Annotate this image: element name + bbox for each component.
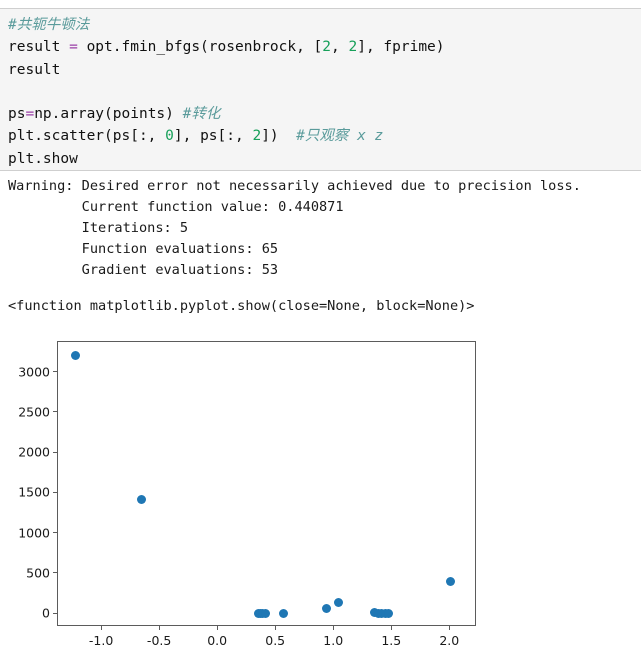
scatter-point bbox=[70, 351, 80, 361]
code-token-plain: result bbox=[8, 61, 61, 78]
code-token-plain: ps bbox=[8, 106, 26, 123]
code-line: ps=np.array(points) #转化 bbox=[8, 103, 641, 125]
scatter-point bbox=[334, 597, 344, 607]
x-tick-mark bbox=[390, 626, 392, 630]
scatter-point bbox=[321, 604, 331, 614]
code-token-num: 2 bbox=[322, 39, 332, 56]
code-token-plain: np.array(points) bbox=[34, 106, 183, 123]
code-token-plain: plt.show bbox=[8, 150, 78, 167]
x-tick-mark bbox=[100, 626, 102, 630]
scatter-point bbox=[137, 495, 147, 505]
stream-output-line: Iterations: 5 bbox=[8, 220, 189, 236]
code-line: result bbox=[8, 59, 641, 81]
matplotlib-figure: 0 500 1000 1500 2000 2500 3000 -1.0 -0.5 0.0 0.5 1… bbox=[0, 330, 540, 648]
stream-output-line: Gradient evaluations: 53 bbox=[8, 262, 279, 278]
code-token-op: = bbox=[69, 39, 78, 56]
scatter-point bbox=[445, 576, 455, 586]
code-line: result = opt.fmin_bfgs(rosenbrock, [2, 2… bbox=[8, 36, 641, 58]
code-token-comment: #转化 bbox=[182, 106, 221, 123]
x-tick-mark bbox=[332, 626, 334, 630]
code-cell-source[interactable]: #共轭牛顿法 result = opt.fmin_bfgs(rosenbrock,… bbox=[0, 9, 641, 170]
code-token-op: = bbox=[25, 106, 35, 123]
code-line: plt.show bbox=[8, 148, 641, 170]
code-token-comment: #共轭牛顿法 bbox=[8, 17, 90, 33]
code-token-plain: ]) bbox=[261, 128, 297, 145]
x-tick-mark bbox=[274, 626, 276, 630]
code-token-comment: #只观察 x z bbox=[296, 128, 384, 145]
code-token-plain: opt.fmin_bfgs(rosenbrock, [ bbox=[77, 39, 323, 56]
x-tick-mark bbox=[216, 626, 218, 630]
notebook-code-cell[interactable]: #共轭牛顿法 result = opt.fmin_bfgs(rosenbrock,… bbox=[0, 8, 641, 171]
stream-output-line: Warning: Desired error not necessarily a… bbox=[8, 178, 581, 194]
scatter-point bbox=[278, 608, 288, 618]
x-tick-mark bbox=[158, 626, 160, 630]
code-token-plain: result bbox=[8, 39, 70, 56]
repr-output-text: <function matplotlib.pyplot.show(close=N… bbox=[8, 298, 475, 314]
code-token-num: 0 bbox=[165, 128, 174, 145]
scatter-point bbox=[260, 609, 270, 619]
scatter-point bbox=[384, 609, 394, 619]
code-token-num: 2 bbox=[348, 39, 358, 56]
code-token-plain: plt.scatter(ps[:, bbox=[8, 128, 166, 145]
code-token-plain: ], ps[:, bbox=[173, 128, 253, 145]
stream-output-line: Function evaluations: 65 bbox=[8, 241, 279, 257]
stream-output-line: Current function value: 0.440871 bbox=[8, 199, 344, 215]
code-line: #共轭牛顿法 bbox=[8, 14, 641, 36]
stream-output-block: Warning: Desired error not necessarily a… bbox=[8, 176, 641, 281]
code-token-plain: , bbox=[331, 39, 349, 56]
code-token-num: 2 bbox=[252, 128, 262, 145]
x-tick-mark bbox=[448, 626, 450, 630]
code-line: plt.scatter(ps[:, 0], ps[:, 2]) #只观察 x z bbox=[8, 125, 641, 147]
code-token-plain: ], fprime) bbox=[357, 39, 445, 56]
plot-axes-frame bbox=[57, 341, 476, 626]
